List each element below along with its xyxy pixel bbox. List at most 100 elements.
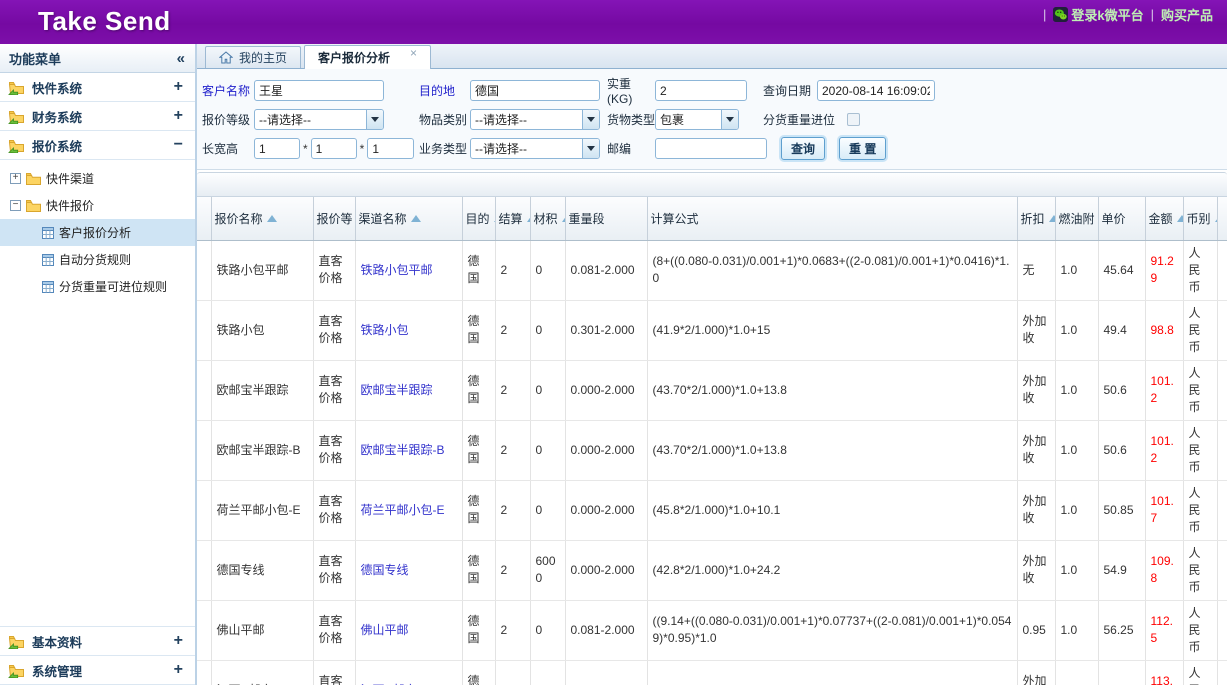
cell-formula: (41.9*2/1.000)*1.0+15: [647, 300, 1017, 360]
cell-destination: 德国: [462, 420, 495, 480]
width-input[interactable]: [311, 138, 357, 159]
expand-plus-icon[interactable]: +: [174, 81, 183, 93]
sidebar-item-快件报价[interactable]: −快件报价: [0, 192, 195, 219]
sidebar-section-系统管理[interactable]: 系统管理+: [0, 656, 195, 685]
sort-asc-icon[interactable]: [562, 215, 565, 222]
cell-currency: 人民币: [1183, 540, 1217, 600]
column-header-单价[interactable]: 单价: [1098, 197, 1145, 240]
buy-product-link[interactable]: 购买产品: [1161, 5, 1213, 24]
sort-asc-icon[interactable]: [1049, 215, 1055, 222]
quote-grade-select[interactable]: --请选择--: [254, 109, 384, 130]
cell-discount: 外加收: [1017, 540, 1055, 600]
sidebar-section-基本资料[interactable]: 基本资料+: [0, 627, 195, 656]
channel-link[interactable]: 荷兰平邮小包-E: [361, 503, 445, 517]
tab-我的主页[interactable]: 我的主页: [205, 46, 301, 68]
column-header-渠道名称[interactable]: 渠道名称: [355, 197, 462, 240]
query-date-input[interactable]: [817, 80, 935, 101]
cell-name: 欧邮宝半跟踪-B: [211, 420, 313, 480]
column-header-目的[interactable]: 目的: [462, 197, 495, 240]
column-header-重量段[interactable]: 重量段: [565, 197, 647, 240]
cell-grade: 直客价格: [313, 480, 355, 540]
column-header-报价等[interactable]: 报价等: [313, 197, 355, 240]
table-row[interactable]: 德国专线直客价格德国专线德国260000.000-2.000(42.8*2/1.…: [197, 540, 1227, 600]
query-form: 客户名称 目的地 实重(KG) 查询日期 报价等级 --请选择--: [197, 69, 1227, 170]
expand-plus-icon[interactable]: +: [174, 635, 183, 647]
column-label: 币别: [1187, 210, 1211, 227]
item-type-select[interactable]: --请选择--: [470, 109, 600, 130]
table-row[interactable]: 江西E邮宝直客价格江西E邮宝德国200.500-2.000((60*2/1.00…: [197, 660, 1227, 685]
channel-link[interactable]: 欧邮宝半跟踪: [361, 383, 433, 397]
cell-blank: [1217, 660, 1227, 685]
login-kwei-link[interactable]: 登录k微平台: [1053, 5, 1143, 24]
postcode-input[interactable]: [655, 138, 767, 159]
tree-expand-icon[interactable]: +: [10, 173, 21, 184]
sidebar-section-快件系统[interactable]: 快件系统+: [0, 73, 195, 102]
sidebar-item-客户报价分析[interactable]: 客户报价分析: [0, 219, 195, 246]
channel-link[interactable]: 德国专线: [361, 563, 409, 577]
column-header-报价名称[interactable]: 报价名称: [211, 197, 313, 240]
sidebar: 功能菜单 « 快件系统+财务系统+报价系统− +快件渠道−快件报价客户报价分析自…: [0, 44, 197, 685]
column-header-折扣[interactable]: 折扣: [1017, 197, 1055, 240]
search-button[interactable]: 查询: [781, 137, 825, 160]
cell-grade: 直客价格: [313, 240, 355, 300]
table-row[interactable]: 佛山平邮直客价格佛山平邮德国200.081-2.000((9.14+((0.08…: [197, 600, 1227, 660]
cell-grade: 直客价格: [313, 540, 355, 600]
length-input[interactable]: [254, 138, 300, 159]
weight-input[interactable]: [655, 80, 747, 101]
close-icon[interactable]: ×: [410, 46, 417, 58]
cell-channel: 德国专线: [355, 540, 462, 600]
collapse-minus-icon[interactable]: −: [174, 139, 183, 151]
cargo-type-select[interactable]: 包裹: [655, 109, 739, 130]
column-header-燃油附[interactable]: 燃油附: [1055, 197, 1098, 240]
sort-asc-icon[interactable]: [1177, 215, 1183, 222]
sidebar-section-报价系统[interactable]: 报价系统−: [0, 131, 195, 160]
sort-asc-icon[interactable]: [527, 215, 530, 222]
channel-link[interactable]: 佛山平邮: [361, 623, 409, 637]
table-row[interactable]: 铁路小包直客价格铁路小包德国200.301-2.000(41.9*2/1.000…: [197, 300, 1227, 360]
tab-客户报价分析[interactable]: 客户报价分析×: [304, 45, 431, 69]
sidebar-item-分货重量可进位规则[interactable]: 分货重量可进位规则: [0, 273, 195, 300]
destination-label[interactable]: 目的地: [419, 82, 470, 99]
table-row[interactable]: 欧邮宝半跟踪直客价格欧邮宝半跟踪德国200.000-2.000(43.70*2/…: [197, 360, 1227, 420]
channel-link[interactable]: 欧邮宝半跟踪-B: [361, 443, 445, 457]
sidebar-section-财务系统[interactable]: 财务系统+: [0, 102, 195, 131]
main-area: 我的主页客户报价分析× 客户名称 目的地 实重(KG) 查询日期 报价等级: [197, 44, 1227, 685]
column-header-材积[interactable]: 材积: [530, 197, 565, 240]
column-header-金额[interactable]: 金额: [1145, 197, 1183, 240]
business-type-select[interactable]: --请选择--: [470, 138, 600, 159]
cell-blank: [197, 540, 211, 600]
cell-grade: 直客价格: [313, 600, 355, 660]
reset-button[interactable]: 重 置: [839, 137, 886, 160]
cell-unit_price: 56.25: [1098, 600, 1145, 660]
cell-volume: 0: [530, 480, 565, 540]
destination-input[interactable]: [470, 80, 600, 101]
grid-icon: [42, 254, 54, 266]
table-row[interactable]: 欧邮宝半跟踪-B直客价格欧邮宝半跟踪-B德国200.000-2.000(43.7…: [197, 420, 1227, 480]
sidebar-item-快件渠道[interactable]: +快件渠道: [0, 165, 195, 192]
column-label: 材积: [534, 210, 558, 227]
expand-plus-icon[interactable]: +: [174, 110, 183, 122]
customer-name-input[interactable]: [254, 80, 384, 101]
sidebar-item-自动分货规则[interactable]: 自动分货规则: [0, 246, 195, 273]
channel-link[interactable]: 铁路小包平邮: [361, 263, 433, 277]
sidebar-collapse-icon[interactable]: «: [177, 50, 185, 67]
tree-collapse-icon[interactable]: −: [10, 200, 21, 211]
column-header-计算公式[interactable]: 计算公式: [647, 197, 1017, 240]
height-input[interactable]: [367, 138, 414, 159]
sort-asc-icon[interactable]: [411, 215, 421, 222]
cell-fuel: 1.0: [1055, 540, 1098, 600]
cell-currency: 人民币: [1183, 600, 1217, 660]
cargo-type-label: 货物类型: [607, 111, 655, 128]
app-window: Take Send |登录k微平台|购买产品 功能菜单 « 快件系统+财务系统+…: [0, 0, 1227, 685]
toplink-label: 购买产品: [1161, 5, 1213, 24]
channel-link[interactable]: 铁路小包: [361, 323, 409, 337]
customer-name-label[interactable]: 客户名称: [202, 82, 254, 99]
sort-asc-icon[interactable]: [267, 215, 277, 222]
expand-plus-icon[interactable]: +: [174, 664, 183, 676]
cell-blank: [1217, 600, 1227, 660]
column-header-币别[interactable]: 币别: [1183, 197, 1217, 240]
table-row[interactable]: 荷兰平邮小包-E直客价格荷兰平邮小包-E德国200.000-2.000(45.8…: [197, 480, 1227, 540]
rounding-checkbox[interactable]: [847, 113, 860, 126]
column-header-结算[interactable]: 结算: [495, 197, 530, 240]
table-row[interactable]: 铁路小包平邮直客价格铁路小包平邮德国200.081-2.000(8+((0.08…: [197, 240, 1227, 300]
